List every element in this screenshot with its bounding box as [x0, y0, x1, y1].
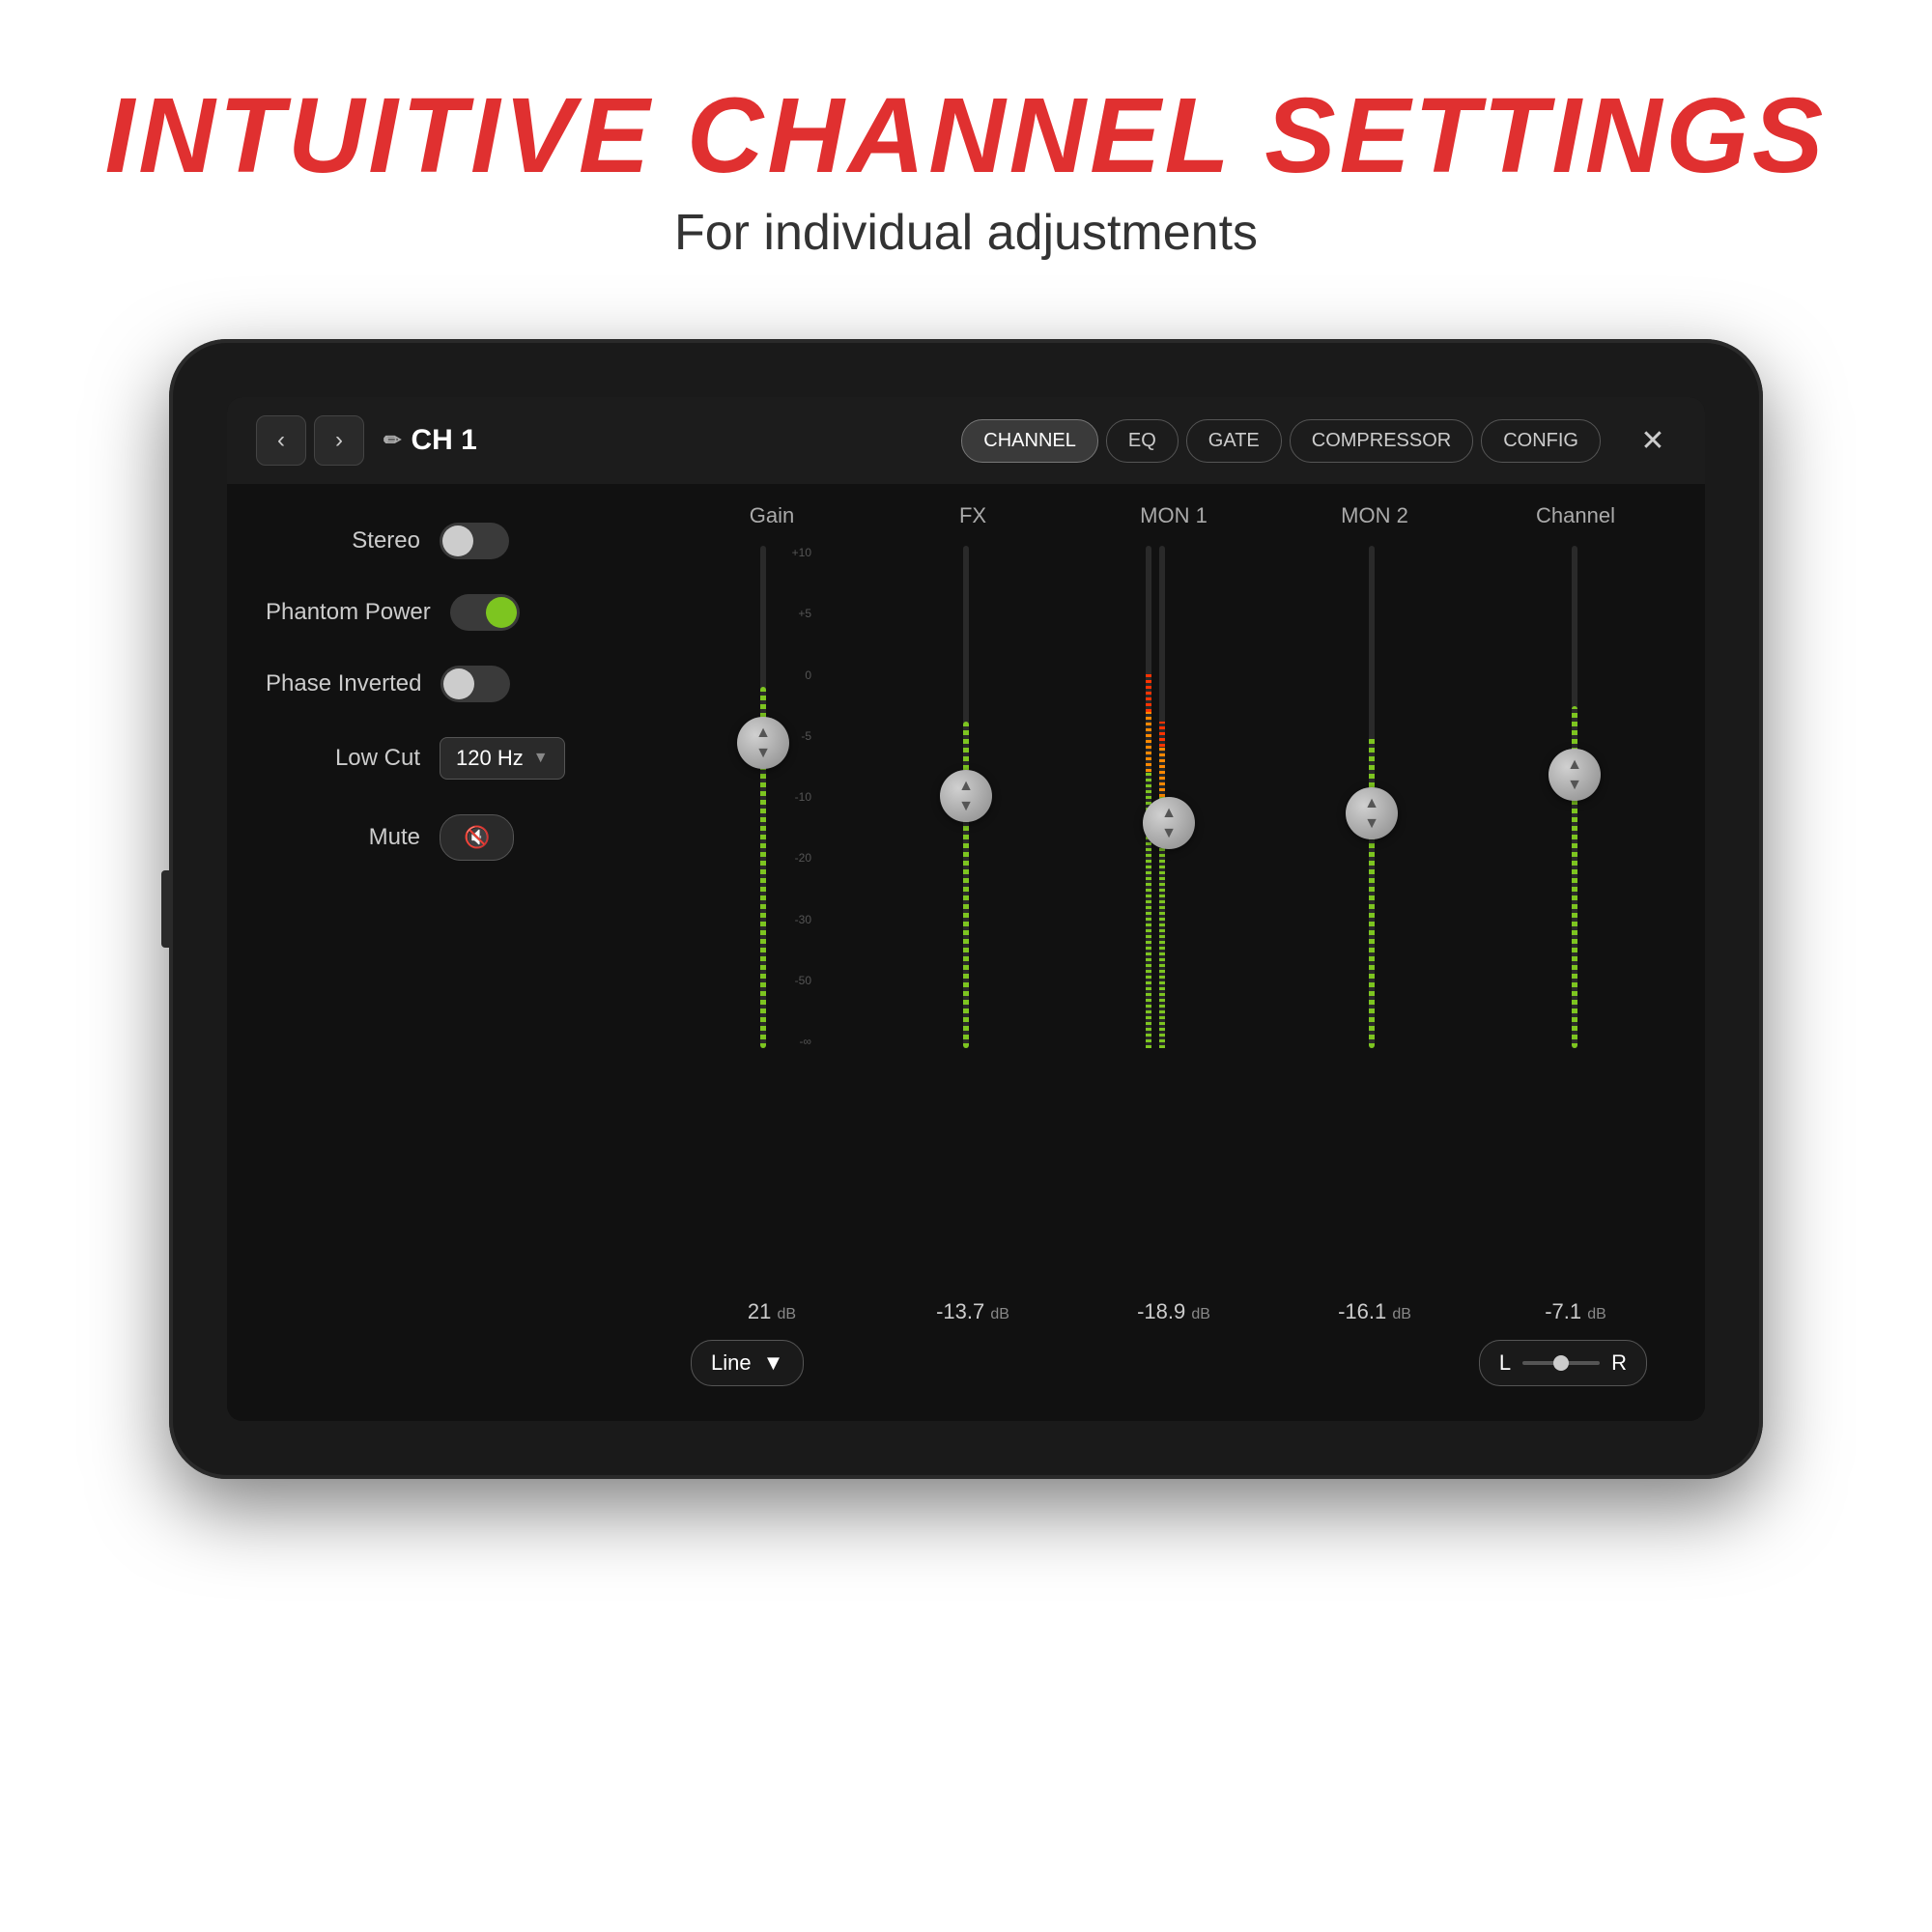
mute-label: Mute — [266, 824, 420, 851]
phantom-label: Phantom Power — [266, 599, 431, 626]
tablet-wrapper: ‹ › ✏ CH 1 CHANNEL EQ GATE COMPRESSOR CO… — [169, 339, 1763, 1479]
fader-header-gain: Gain — [671, 503, 872, 536]
value-channel: -7.1 dB — [1475, 1299, 1676, 1324]
main-title: INTUITIVE CHANNEL SETTINGS — [105, 77, 1828, 194]
mute-icon: 🔇 — [464, 825, 490, 850]
tab-group: CHANNEL EQ GATE COMPRESSOR CONFIG — [961, 419, 1601, 463]
fader-panel: Gain FX MON 1 MON 2 Channel — [652, 484, 1705, 1421]
tab-eq[interactable]: EQ — [1106, 419, 1179, 463]
lowcut-value: 120 Hz — [456, 746, 524, 771]
value-gain: 21 dB — [671, 1299, 872, 1324]
fader-channel-handle[interactable]: ▲ ▼ — [1548, 749, 1601, 801]
phantom-toggle-knob — [486, 597, 517, 628]
fader-mon1-handle-inner: ▲ ▼ — [1161, 805, 1177, 842]
channel-label: ✏ CH 1 — [384, 424, 477, 457]
line-label: Line — [711, 1350, 752, 1376]
stereo-row: Stereo — [266, 523, 613, 559]
lr-right: R — [1611, 1350, 1627, 1376]
lr-control: L R — [1479, 1340, 1647, 1386]
unit-gain: dB — [778, 1306, 797, 1322]
unit-mon2: dB — [1392, 1306, 1411, 1322]
tablet-body: ‹ › ✏ CH 1 CHANNEL EQ GATE COMPRESSOR CO… — [169, 339, 1763, 1479]
fader-mon2-handle[interactable]: ▲ ▼ — [1346, 787, 1398, 839]
page-header: INTUITIVE CHANNEL SETTINGS For individua… — [105, 77, 1828, 262]
tab-channel[interactable]: CHANNEL — [961, 419, 1098, 463]
fader-header-channel: Channel — [1475, 503, 1676, 536]
fader-fx-handle-inner: ▲ ▼ — [958, 778, 974, 815]
line-arrow: ▼ — [763, 1350, 784, 1376]
unit-channel: dB — [1587, 1306, 1606, 1322]
value-mon1: -18.9 dB — [1073, 1299, 1274, 1324]
edit-icon[interactable]: ✏ — [384, 428, 401, 453]
phase-toggle[interactable] — [440, 666, 510, 702]
fader-mon2-handle-inner: ▲ ▼ — [1364, 795, 1379, 833]
tablet-side-button[interactable] — [161, 870, 169, 948]
channel-name: CH 1 — [411, 424, 476, 457]
lowcut-arrow: ▼ — [533, 750, 549, 767]
lr-left: L — [1499, 1350, 1511, 1376]
screen: ‹ › ✏ CH 1 CHANNEL EQ GATE COMPRESSOR CO… — [227, 397, 1705, 1421]
close-button[interactable]: ✕ — [1630, 417, 1676, 464]
fader-mon1: ▲ ▼ — [1067, 546, 1270, 1106]
lr-slider-knob — [1553, 1355, 1569, 1371]
lowcut-dropdown[interactable]: 120 Hz ▼ — [440, 737, 565, 780]
fader-header-mon2: MON 2 — [1274, 503, 1475, 536]
line-dropdown[interactable]: Line ▼ — [691, 1340, 804, 1386]
fader-label-channel: Channel — [1536, 503, 1615, 528]
fader-values: 21 dB -13.7 dB -18.9 dB -16.1 — [662, 1299, 1676, 1324]
phase-row: Phase Inverted — [266, 666, 613, 702]
fader-header-mon1: MON 1 — [1073, 503, 1274, 536]
value-mon2: -16.1 dB — [1274, 1299, 1475, 1324]
fader-channel-handle-inner: ▲ ▼ — [1567, 756, 1582, 794]
fader-label-gain: Gain — [750, 503, 794, 528]
fader-label-mon2: MON 2 — [1341, 503, 1408, 528]
top-bar: ‹ › ✏ CH 1 CHANNEL EQ GATE COMPRESSOR CO… — [227, 397, 1705, 484]
fader-gain-handle-inner: ▲ ▼ — [755, 724, 771, 762]
fader-gain-handle[interactable]: ▲ ▼ — [737, 717, 789, 769]
mute-button[interactable]: 🔇 — [440, 814, 514, 861]
main-content: Stereo Phantom Power Phase Inverted — [227, 484, 1705, 1421]
phase-label: Phase Inverted — [266, 670, 421, 697]
bottom-bar: Line ▼ L R — [662, 1324, 1676, 1402]
tab-config[interactable]: CONFIG — [1481, 419, 1601, 463]
left-panel: Stereo Phantom Power Phase Inverted — [227, 484, 652, 1421]
stereo-toggle[interactable] — [440, 523, 509, 559]
lr-slider[interactable] — [1522, 1361, 1600, 1365]
lowcut-row: Low Cut 120 Hz ▼ — [266, 737, 613, 780]
lowcut-label: Low Cut — [266, 745, 420, 772]
phantom-row: Phantom Power — [266, 594, 613, 631]
prev-button[interactable]: ‹ — [256, 415, 306, 466]
tab-compressor[interactable]: COMPRESSOR — [1290, 419, 1473, 463]
stereo-toggle-knob — [442, 526, 473, 556]
mute-row: Mute 🔇 — [266, 814, 613, 861]
phantom-toggle[interactable] — [450, 594, 520, 631]
fader-mon1-handle[interactable]: ▲ ▼ — [1143, 797, 1195, 849]
fader-fx-handle[interactable]: ▲ ▼ — [940, 770, 992, 822]
subtitle: For individual adjustments — [105, 204, 1828, 262]
value-fx: -13.7 dB — [872, 1299, 1073, 1324]
next-button[interactable]: › — [314, 415, 364, 466]
unit-mon1: dB — [1191, 1306, 1210, 1322]
unit-fx: dB — [990, 1306, 1009, 1322]
fader-header-fx: FX — [872, 503, 1073, 536]
fader-mon2: ▲ ▼ — [1270, 546, 1473, 1106]
fader-label-fx: FX — [959, 503, 986, 528]
stereo-label: Stereo — [266, 527, 420, 554]
tab-gate[interactable]: GATE — [1186, 419, 1282, 463]
nav-buttons: ‹ › — [256, 415, 364, 466]
fader-label-mon1: MON 1 — [1140, 503, 1208, 528]
fader-headers: Gain FX MON 1 MON 2 Channel — [662, 503, 1676, 536]
fader-gain: +10 +5 0 -5 -10 -20 -30 -50 -∞ — [662, 546, 865, 1106]
fader-area: +10 +5 0 -5 -10 -20 -30 -50 -∞ — [662, 546, 1676, 1292]
phase-toggle-knob — [443, 668, 474, 699]
fader-channel: ▲ ▼ — [1473, 546, 1676, 1106]
fader-fx: ▲ ▼ — [865, 546, 1067, 1106]
